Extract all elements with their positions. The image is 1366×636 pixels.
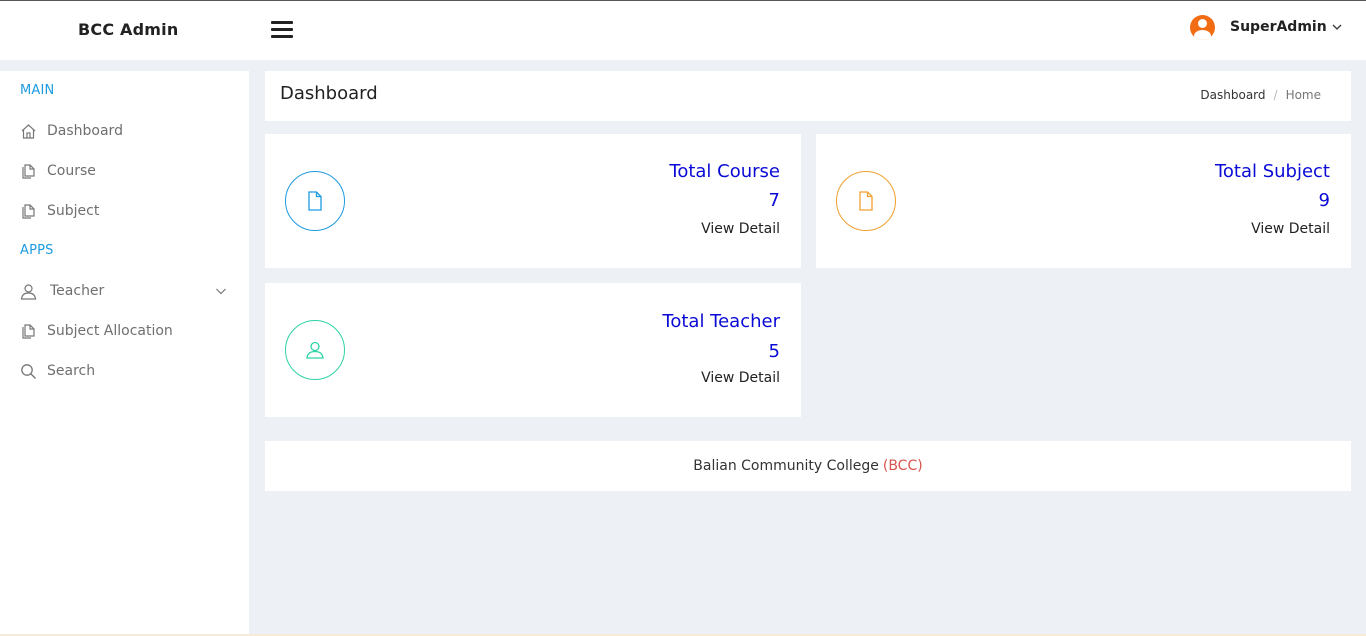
total-teacher-card: Total Teacher 5 View Detail [265, 283, 801, 417]
breadcrumb-separator: / [1273, 88, 1278, 102]
card-title: Total Subject [1214, 161, 1330, 182]
sidebar-section-main: MAIN [20, 83, 55, 98]
view-detail-link[interactable]: View Detail [701, 370, 780, 386]
documents-icon [22, 163, 35, 179]
page-header: Dashboard Dashboard / Home [265, 71, 1351, 121]
chevron-down-icon[interactable] [215, 285, 227, 297]
top-bar: BCC Admin SuperAdmin [0, 0, 1366, 60]
card-title: Total Course [669, 161, 780, 182]
sidebar-item-label: Search [47, 363, 96, 379]
card-title: Total Teacher [662, 311, 780, 332]
sidebar-item-search[interactable]: Search [20, 360, 235, 382]
total-course-card: Total Course 7 View Detail [265, 134, 801, 268]
user-name[interactable]: SuperAdmin [1230, 19, 1327, 35]
card-count: 9 [1318, 190, 1330, 211]
sidebar-section-apps: APPS [20, 243, 54, 258]
card-count: 7 [768, 190, 780, 211]
sidebar: MAIN Dashboard Course Subject APPS Teach… [0, 71, 249, 636]
brand-title[interactable]: BCC Admin [78, 20, 178, 39]
file-icon [285, 171, 345, 231]
footer: Balian Community College (BCC) [265, 441, 1351, 491]
footer-text: Balian Community College [693, 458, 879, 474]
sidebar-item-course[interactable]: Course [20, 160, 235, 182]
sidebar-item-subject[interactable]: Subject [20, 200, 235, 222]
user-menu[interactable]: SuperAdmin [1190, 14, 1343, 40]
sidebar-item-teacher[interactable]: Teacher [20, 280, 235, 302]
user-icon [20, 283, 37, 300]
chevron-down-icon[interactable] [1331, 21, 1343, 33]
home-icon [21, 123, 36, 139]
sidebar-item-label: Dashboard [47, 123, 123, 139]
card-count: 5 [768, 341, 780, 362]
breadcrumb: Dashboard / Home [1200, 88, 1321, 102]
sidebar-item-label: Subject Allocation [47, 323, 173, 339]
menu-toggle-icon[interactable] [271, 21, 293, 39]
documents-icon [22, 203, 35, 219]
file-icon [836, 171, 896, 231]
sidebar-item-label: Teacher [50, 283, 105, 299]
sidebar-item-dashboard[interactable]: Dashboard [20, 120, 235, 142]
breadcrumb-dashboard-link[interactable]: Dashboard [1200, 88, 1265, 102]
view-detail-link[interactable]: View Detail [701, 221, 780, 237]
footer-abbreviation: (BCC) [882, 458, 923, 474]
breadcrumb-home: Home [1285, 88, 1321, 102]
user-icon [285, 320, 345, 380]
avatar-icon[interactable] [1190, 14, 1215, 40]
sidebar-item-label: Subject [47, 203, 100, 219]
sidebar-item-subject-allocation[interactable]: Subject Allocation [20, 320, 235, 342]
documents-icon [22, 323, 35, 339]
sidebar-item-label: Course [47, 163, 96, 179]
view-detail-link[interactable]: View Detail [1251, 221, 1330, 237]
search-icon [21, 363, 36, 379]
total-subject-card: Total Subject 9 View Detail [816, 134, 1351, 268]
page-title: Dashboard [280, 83, 378, 104]
